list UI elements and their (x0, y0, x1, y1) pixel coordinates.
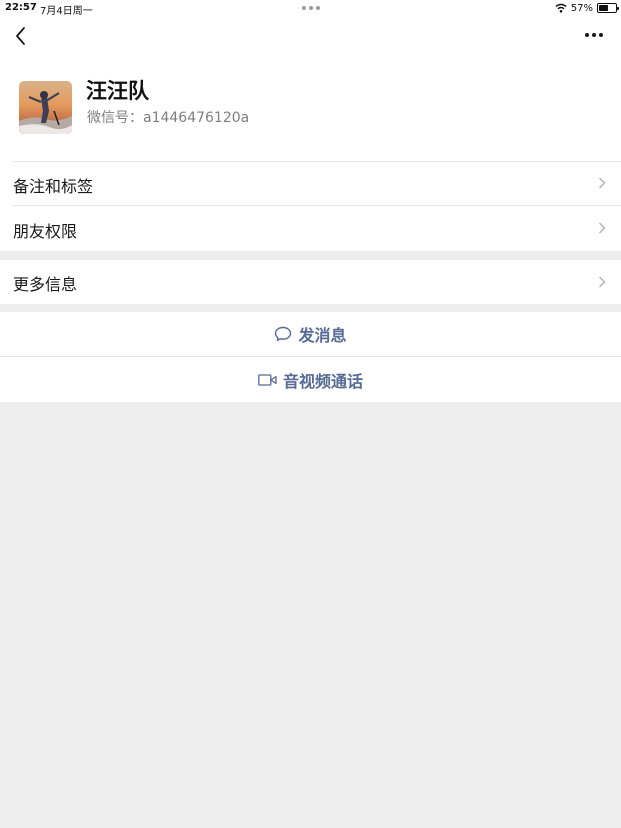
send-message-label: 发消息 (298, 326, 347, 345)
status-bar: 22:57 7月4日周一 57% (0, 0, 621, 17)
chat-bubble-icon (275, 326, 292, 342)
more-info-row[interactable]: 更多信息 (0, 260, 621, 304)
friend-permissions-label: 朋友权限 (13, 222, 78, 241)
wechat-id: 微信号：a1446476120a (87, 110, 250, 126)
friend-permissions-row[interactable]: 朋友权限 (0, 206, 621, 251)
contact-name: 汪汪队 (86, 79, 149, 103)
remark-tags-row[interactable]: 备注和标签 (0, 161, 621, 205)
status-date: 7月4日周一 (40, 6, 93, 17)
profile-header: 汪汪队 微信号：a1446476120a (0, 16, 621, 161)
more-dots-icon[interactable] (585, 30, 605, 40)
battery-icon (597, 3, 619, 13)
avatar[interactable] (19, 81, 72, 134)
video-camera-icon (258, 373, 277, 386)
battery-fill (599, 5, 608, 11)
wifi-icon (555, 3, 567, 13)
multitasking-dots-icon[interactable] (302, 6, 320, 10)
contact-profile-screen: 22:57 7月4日周一 57% 汪汪队 微信号：a1446476120a 备注… (0, 0, 621, 828)
battery-percentage: 57% (570, 2, 593, 14)
back-arrow-icon[interactable] (12, 25, 32, 47)
settings-group: 备注和标签 朋友权限 (0, 161, 621, 251)
chevron-right-icon (599, 177, 606, 189)
remark-tags-label: 备注和标签 (13, 177, 94, 196)
chevron-right-icon (599, 222, 606, 234)
send-message-button[interactable]: 发消息 (0, 312, 621, 356)
video-call-label: 音视频通话 (282, 371, 363, 391)
more-info-label: 更多信息 (13, 275, 78, 294)
status-time: 22:57 (5, 2, 37, 13)
status-indicators: 57% (555, 1, 619, 15)
chevron-right-icon (599, 276, 606, 288)
video-call-button[interactable]: 音视频通话 (0, 357, 621, 402)
